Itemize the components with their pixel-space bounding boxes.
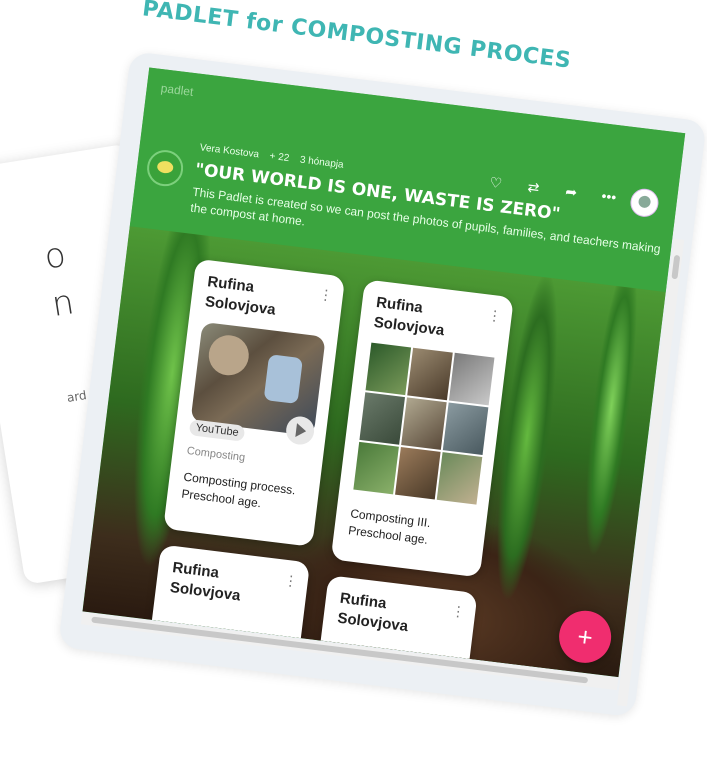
post-body: Composting III. Preschool age. (347, 506, 432, 547)
scrollbar-thumb[interactable] (671, 254, 681, 280)
post-menu-icon[interactable]: ⋮ (450, 602, 466, 621)
photo (359, 392, 405, 445)
post-menu-icon[interactable]: ⋮ (318, 286, 334, 305)
add-post-button[interactable]: + (556, 607, 615, 666)
remake-icon[interactable]: ⇄ (524, 178, 542, 197)
post-menu-icon[interactable]: ⋮ (283, 572, 299, 591)
photo (407, 347, 453, 401)
photo (442, 402, 489, 455)
post-card[interactable]: Rufina Solovjova ⋮ (146, 544, 311, 678)
post-card[interactable]: Rufina Solovjova ⋮ Composting III. Presc… (330, 279, 514, 578)
like-count: + 22 (268, 150, 290, 165)
post-attachment-title: Composting (186, 444, 246, 464)
photo (365, 342, 412, 396)
padlet-frame: padlet Vera Kostova + 22 3 hónapja "OUR … (57, 51, 707, 718)
photo (395, 446, 441, 500)
padlet-board: Rufina Solovjova ⋮ YouTube Composting Co… (82, 226, 666, 678)
padlet-embed[interactable]: padlet Vera Kostova + 22 3 hónapja "OUR … (82, 67, 686, 678)
padlet-watermark: padlet (159, 81, 195, 99)
post-author: Rufina Solovjova (169, 559, 242, 605)
post-author: Rufina Solovjova (372, 293, 446, 340)
padlet-logo (145, 148, 186, 189)
heart-icon[interactable]: ♡ (487, 174, 505, 193)
photo (448, 352, 495, 406)
share-icon[interactable]: ➦ (562, 183, 580, 202)
user-avatar[interactable] (628, 187, 661, 219)
post-author: Rufina Solovjova (204, 273, 277, 319)
more-icon[interactable]: ••• (600, 188, 618, 207)
post-time: 3 hónapja (299, 154, 345, 171)
photo-collage[interactable] (353, 342, 495, 505)
post-menu-icon[interactable]: ⋮ (487, 307, 503, 326)
padlet-slide: PADLET for COMPOSTING PROCES padlet Vera… (0, 0, 707, 769)
photo (353, 441, 399, 495)
author-name[interactable]: Vera Kostova (199, 142, 259, 160)
post-card[interactable]: Rufina Solovjova ⋮ YouTube Composting Co… (163, 258, 346, 547)
post-author: Rufina Solovjova (336, 589, 409, 636)
photo (401, 397, 447, 450)
photo (436, 452, 483, 505)
post-body: Composting process. Preschool age. (180, 469, 297, 511)
